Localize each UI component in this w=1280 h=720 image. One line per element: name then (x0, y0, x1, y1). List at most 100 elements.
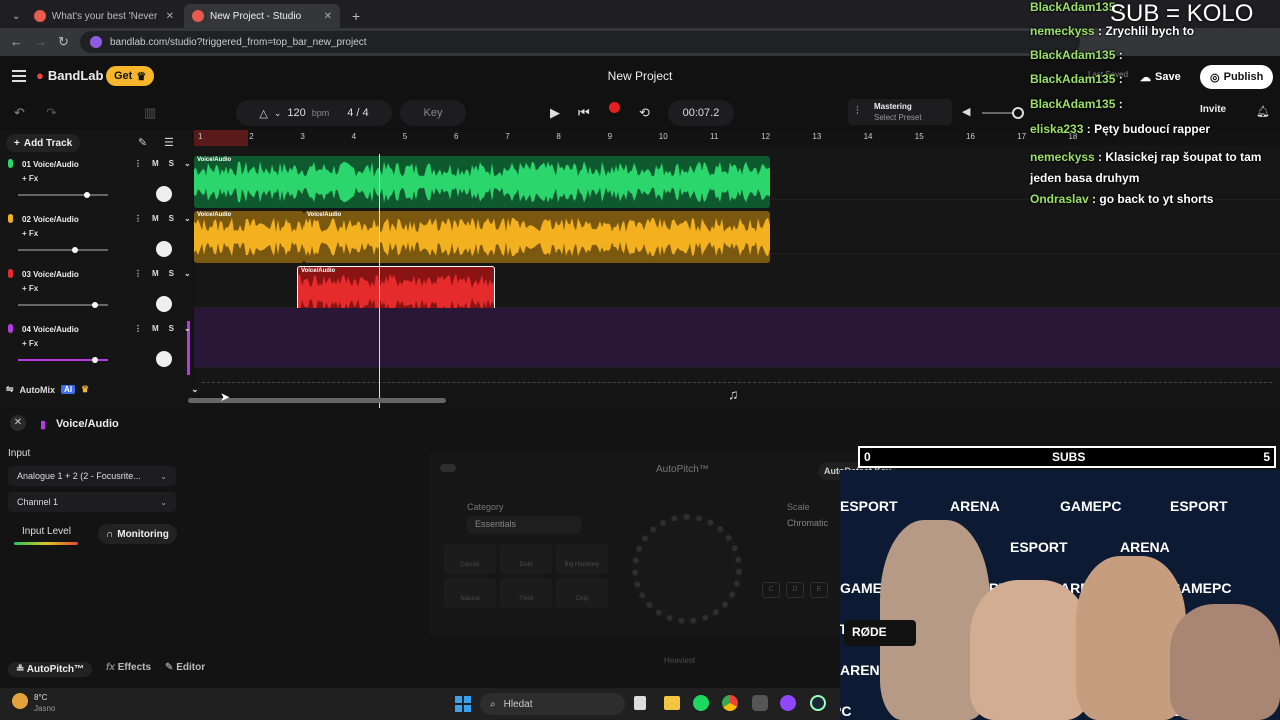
category-select[interactable]: Essentials (467, 516, 581, 534)
tempo-value[interactable]: 120 (287, 107, 305, 119)
close-icon[interactable]: ✕ (10, 415, 26, 431)
record-button[interactable] (609, 102, 620, 113)
track-name[interactable]: 01 Voice/Audio (22, 160, 79, 169)
playhead[interactable] (379, 154, 380, 408)
add-fx-button[interactable]: + Fx (22, 339, 38, 348)
reload-icon[interactable]: ↻ (58, 34, 69, 50)
volume-slider[interactable] (18, 357, 108, 363)
obs-icon[interactable] (780, 695, 796, 711)
autopitch-knob[interactable] (632, 514, 742, 624)
volume-slider[interactable] (18, 302, 108, 308)
chevron-down-icon[interactable]: ⌄ (274, 108, 282, 119)
tab-new-project[interactable]: New Project - Studio ✕ (184, 4, 340, 28)
preset-classic[interactable]: Classic (444, 544, 496, 574)
volume-handle[interactable] (92, 357, 99, 363)
file-explorer-icon[interactable] (664, 696, 680, 710)
solo-button[interactable]: S (169, 159, 174, 168)
tab-effects[interactable]: fx Effects (106, 662, 151, 677)
note-button[interactable]: D (786, 582, 804, 598)
preset-big-harmony[interactable]: Big Harmony (556, 544, 608, 574)
add-fx-button[interactable]: + Fx (22, 229, 38, 238)
weather-icon[interactable] (12, 693, 28, 709)
back-icon[interactable]: ← (10, 34, 23, 49)
pencil-icon[interactable]: ✎ (138, 136, 147, 149)
lane-03[interactable]: Voice/Audio (194, 254, 1280, 318)
forward-icon[interactable]: → (34, 34, 47, 49)
task-view-icon[interactable] (634, 696, 646, 710)
add-fx-button[interactable]: + Fx (22, 174, 38, 183)
site-info-icon[interactable] (90, 36, 102, 48)
solo-button[interactable]: S (169, 214, 174, 223)
track-header-4[interactable]: 04 Voice/Audio + Fx ⋮ M S ⌄ (0, 321, 191, 375)
lane-04[interactable] (194, 308, 1280, 368)
note-button[interactable]: C (762, 582, 780, 598)
volume-handle[interactable] (71, 247, 78, 253)
play-icon[interactable]: ▶ (550, 105, 560, 121)
monitoring-button[interactable]: ∩ Monitoring (98, 524, 177, 544)
preset-chip[interactable]: Chip (556, 578, 608, 608)
close-tab-icon[interactable]: ✕ (324, 11, 332, 22)
track-header-1[interactable]: 01 Voice/Audio + Fx ⋮ M S ⌄ (0, 156, 191, 210)
track-name[interactable]: 04 Voice/Audio (22, 325, 79, 334)
scale-value[interactable]: Chromatic (787, 518, 828, 528)
spotify-icon[interactable] (693, 695, 709, 711)
tab-list-button[interactable]: ⌄ (4, 4, 22, 28)
volume-slider[interactable] (18, 247, 108, 253)
preset-third[interactable]: Third (500, 578, 552, 608)
settings-icon[interactable]: ☰ (164, 136, 174, 149)
solo-button[interactable]: S (169, 269, 174, 278)
app-icon[interactable] (752, 695, 768, 711)
more-icon[interactable]: ⋮ (134, 324, 142, 333)
loop-icon[interactable]: ⟲ (639, 105, 650, 121)
add-fx-button[interactable]: + Fx (22, 284, 38, 293)
mute-button[interactable]: M (152, 159, 159, 168)
track-name[interactable]: 03 Voice/Audio (22, 270, 79, 279)
more-icon[interactable]: ⋮ (134, 269, 142, 278)
add-music-icon[interactable]: ♫ (728, 386, 739, 402)
redo-icon[interactable]: ↷ (46, 105, 57, 121)
mute-button[interactable]: M (152, 269, 159, 278)
more-icon[interactable]: ⋮ (134, 214, 142, 223)
get-button[interactable]: Get ♛ (106, 66, 155, 86)
input-device-select[interactable]: Analogue 1 + 2 (2 - Focusrite... ⌄ (8, 466, 176, 486)
drop-zone[interactable] (202, 382, 1272, 383)
tab-editor[interactable]: ✎ Editor (165, 662, 205, 677)
solo-button[interactable]: S (169, 324, 174, 333)
volume-handle[interactable] (84, 192, 91, 198)
key-button[interactable]: Key (400, 100, 466, 126)
preset-natural[interactable]: Natural (444, 578, 496, 608)
new-tab-button[interactable]: + (344, 4, 364, 28)
pan-knob[interactable] (156, 351, 172, 367)
pan-knob[interactable] (156, 296, 172, 312)
time-signature[interactable]: 4 / 4 (347, 107, 368, 119)
note-button[interactable]: E (810, 582, 828, 598)
tab-autopitch[interactable]: ≗ AutoPitch™ (8, 662, 93, 677)
start-icon[interactable] (455, 696, 471, 712)
autopitch-toggle[interactable] (440, 464, 456, 472)
pan-knob[interactable] (156, 241, 172, 257)
volume-icon[interactable]: ◀ (962, 105, 970, 118)
master-volume-slider[interactable] (982, 107, 1024, 119)
track-header-2[interactable]: 02 Voice/Audio + Fx ⋮ M S ⌄ (0, 211, 191, 265)
tab-never-have-i[interactable]: What's your best 'Never have I ✕ (26, 4, 182, 28)
menu-icon[interactable] (12, 70, 26, 82)
channel-select[interactable]: Channel 1 ⌄ (8, 492, 176, 512)
chevron-down-icon[interactable]: ⌄ (184, 269, 191, 278)
automix-row[interactable]: ⇋ AutoMix AI ♛ ⌄ (6, 384, 199, 395)
url-input[interactable]: bandlab.com/studio?triggered_from=top_ba… (80, 31, 1080, 53)
mixer-icon[interactable]: ▥ (144, 105, 156, 121)
metronome-icon[interactable]: △ (259, 107, 267, 120)
preset-duet[interactable]: Duet (500, 544, 552, 574)
pan-knob[interactable] (156, 186, 172, 202)
chevron-down-icon[interactable]: ⌄ (184, 214, 191, 223)
more-icon[interactable]: ⋮ (134, 159, 142, 168)
steam-icon[interactable] (810, 695, 826, 711)
add-track-button[interactable]: + Add Track (6, 134, 81, 152)
volume-slider[interactable] (18, 192, 108, 198)
undo-icon[interactable]: ↶ (14, 105, 25, 121)
track-name[interactable]: 02 Voice/Audio (22, 215, 79, 224)
tempo-meter-pill[interactable]: △ ⌄ 120 bpm 4 / 4 (236, 100, 392, 126)
mute-button[interactable]: M (152, 214, 159, 223)
brand-logo[interactable]: ● BandLab (36, 68, 103, 83)
taskbar-search[interactable]: ⌕ Hledat (480, 693, 625, 715)
